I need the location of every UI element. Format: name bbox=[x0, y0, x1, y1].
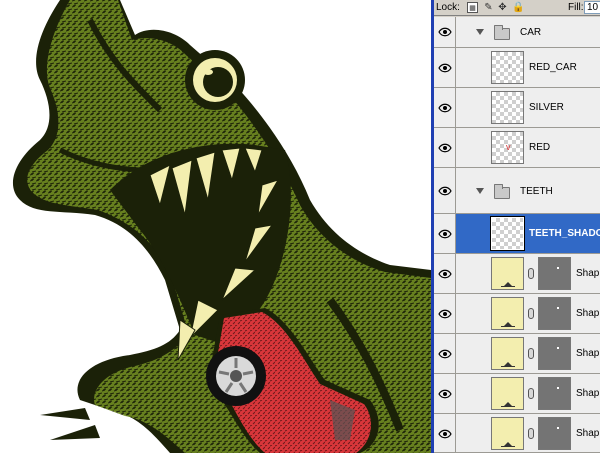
layer-name: TEETH_SHADO bbox=[529, 228, 600, 239]
visibility-toggle[interactable] bbox=[434, 374, 456, 413]
link-icon[interactable] bbox=[528, 428, 534, 439]
layer-row-shape[interactable]: Shap bbox=[434, 254, 600, 294]
layer-row-silver[interactable]: SILVER bbox=[434, 88, 600, 128]
vector-mask-thumbnail bbox=[538, 337, 571, 370]
link-icon[interactable] bbox=[528, 388, 534, 399]
visibility-toggle[interactable] bbox=[434, 168, 456, 213]
lock-image-pixels-icon[interactable]: ✎ bbox=[483, 2, 494, 13]
layer-name: CAR bbox=[520, 27, 542, 38]
vector-mask-thumbnail bbox=[538, 417, 571, 450]
layer-name: Shap bbox=[576, 428, 600, 439]
visibility-toggle[interactable] bbox=[434, 88, 456, 127]
folder-icon bbox=[494, 184, 510, 199]
layer-name: Shap bbox=[576, 268, 600, 279]
link-icon[interactable] bbox=[528, 268, 534, 279]
link-icon[interactable] bbox=[528, 348, 534, 359]
layer-name: RED_CAR bbox=[529, 62, 577, 73]
lock-transparent-pixels-icon[interactable]: ▦ bbox=[467, 2, 478, 13]
layer-name: TEETH bbox=[520, 186, 553, 197]
lock-label: Lock: bbox=[436, 2, 460, 13]
shape-fill-thumbnail bbox=[491, 337, 524, 370]
eye-icon bbox=[438, 143, 452, 153]
layer-row-shape[interactable]: Shap bbox=[434, 294, 600, 334]
eye-icon bbox=[438, 186, 452, 196]
link-icon[interactable] bbox=[528, 308, 534, 319]
lock-all-icon[interactable]: 🔒 bbox=[512, 2, 524, 13]
eye-icon bbox=[438, 103, 452, 113]
layer-group-car[interactable]: CAR bbox=[434, 17, 600, 48]
lock-position-icon[interactable]: ✥ bbox=[497, 2, 508, 13]
layer-name: Shap bbox=[576, 348, 600, 359]
vector-mask-thumbnail bbox=[538, 297, 571, 330]
shape-fill-thumbnail bbox=[491, 417, 524, 450]
chevron-down-icon[interactable] bbox=[476, 188, 484, 194]
fill-input[interactable]: 10 bbox=[584, 1, 600, 14]
eye-icon bbox=[438, 349, 452, 359]
layer-name: SILVER bbox=[529, 102, 564, 113]
eye-icon bbox=[438, 429, 452, 439]
canvas-artwork bbox=[12, 0, 431, 453]
layer-row-shape[interactable]: Shap bbox=[434, 414, 600, 453]
layer-name: Shap bbox=[576, 388, 600, 399]
visibility-toggle[interactable] bbox=[434, 128, 456, 167]
layer-name: RED bbox=[529, 142, 551, 153]
layer-thumbnail bbox=[491, 91, 524, 124]
layer-thumbnail: v bbox=[491, 131, 524, 164]
shape-fill-thumbnail bbox=[491, 377, 524, 410]
eye-icon bbox=[438, 27, 452, 37]
visibility-toggle[interactable] bbox=[434, 48, 456, 87]
visibility-toggle[interactable] bbox=[434, 334, 456, 373]
shape-fill-thumbnail bbox=[491, 297, 524, 330]
vector-mask-thumbnail bbox=[538, 257, 571, 290]
layers-panel: Lock: ▦ ✎ ✥ 🔒 Fill: 10 CAR ı RED_CAR SIL… bbox=[434, 0, 600, 453]
eye-icon bbox=[438, 389, 452, 399]
visibility-toggle[interactable] bbox=[434, 294, 456, 333]
layer-thumbnail bbox=[490, 216, 525, 251]
eye-icon bbox=[438, 269, 452, 279]
eye-icon bbox=[438, 309, 452, 319]
layer-name: Shap bbox=[576, 308, 600, 319]
fill-label: Fill: bbox=[568, 2, 584, 13]
visibility-toggle[interactable] bbox=[434, 254, 456, 293]
lock-toolbar: Lock: ▦ ✎ ✥ 🔒 Fill: 10 bbox=[434, 0, 600, 16]
visibility-toggle[interactable] bbox=[434, 214, 456, 253]
layer-row-shape[interactable]: Shap bbox=[434, 374, 600, 414]
document-canvas[interactable] bbox=[0, 0, 431, 453]
shape-fill-thumbnail bbox=[491, 257, 524, 290]
folder-icon bbox=[494, 25, 510, 40]
eye-icon bbox=[438, 229, 452, 239]
visibility-toggle[interactable] bbox=[434, 414, 456, 452]
vector-mask-thumbnail bbox=[538, 377, 571, 410]
layer-thumbnail: ı bbox=[491, 51, 524, 84]
layer-row-red[interactable]: v RED bbox=[434, 128, 600, 168]
layer-list: CAR ı RED_CAR SILVER v RED TEETH TEETH_S… bbox=[434, 17, 600, 453]
layer-group-teeth[interactable]: TEETH bbox=[434, 168, 600, 214]
eye-icon bbox=[438, 63, 452, 73]
visibility-toggle[interactable] bbox=[434, 17, 456, 47]
layer-row-red-car[interactable]: ı RED_CAR bbox=[434, 48, 600, 88]
layer-row-teeth-shadow[interactable]: TEETH_SHADO bbox=[434, 214, 600, 254]
layer-row-shape[interactable]: Shap bbox=[434, 334, 600, 374]
chevron-down-icon[interactable] bbox=[476, 29, 484, 35]
